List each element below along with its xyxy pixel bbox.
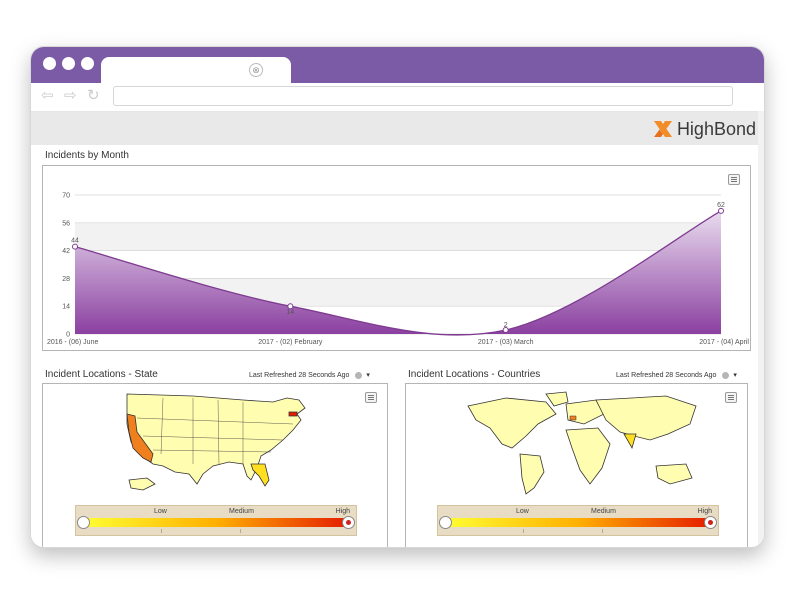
refresh-status-icon: [355, 371, 363, 379]
state-panel-title: Incident Locations - State: [45, 369, 158, 380]
data-label: 44: [71, 238, 79, 245]
countries-panel-title: Incident Locations - Countries: [408, 369, 541, 380]
india-country: [623, 433, 637, 450]
legend-high-label: High: [697, 508, 712, 515]
alaska-shape: [128, 477, 156, 491]
legend-tick: [523, 529, 524, 533]
x-tick-label: 2017 - (03) March: [478, 339, 534, 346]
north-america-shape: [467, 397, 557, 449]
australia-shape: [655, 463, 693, 485]
window-close-dot[interactable]: [43, 57, 56, 70]
y-tick-label: 56: [62, 220, 70, 227]
data-label: 2: [504, 322, 508, 329]
browser-titlebar: ⊗: [31, 47, 764, 83]
incidents-chart-panel: 0 14 28 42 56 70 44 2016 - (06) June 14 2017 - (0…: [42, 165, 751, 351]
app-header: HighBond: [31, 112, 764, 145]
legend-medium-label: Medium: [229, 508, 254, 515]
chevron-down-icon[interactable]: ▾: [366, 371, 370, 379]
refresh-status-icon: [722, 371, 730, 379]
data-label: 62: [717, 202, 725, 209]
logo-text: HighBond: [676, 118, 756, 139]
us-mainland-shape: [126, 393, 306, 485]
state-map-panel: Low Medium High: [42, 383, 388, 547]
x-tick-label: 2017 - (04) April: [699, 339, 749, 346]
data-point[interactable]: [287, 303, 294, 310]
greenland-shape: [545, 391, 569, 407]
legend-tick: [240, 529, 241, 533]
legend-low-handle[interactable]: [77, 516, 90, 529]
page-scrollbar[interactable]: [758, 111, 764, 547]
countries-map-panel: Low Medium High: [405, 383, 748, 547]
y-tick-label: 28: [62, 276, 70, 283]
highbond-logo[interactable]: HighBond: [652, 117, 756, 141]
browser-window: ⊗ ⇦ ⇨ ↻ HighBond Incidents by Month 0 14…: [30, 46, 765, 548]
legend-tick: [161, 529, 162, 533]
y-tick-label: 70: [62, 193, 70, 200]
tab-close-icon[interactable]: ⊗: [249, 63, 263, 77]
legend-low-label: Low: [516, 508, 529, 515]
state-refresh-status[interactable]: Last Refreshed 28 Seconds Ago ▾: [249, 371, 370, 379]
state-legend: Low Medium High: [75, 505, 357, 536]
window-maximize-dot[interactable]: [81, 57, 94, 70]
countries-legend: Low Medium High: [437, 505, 719, 536]
legend-gradient-bar: [439, 516, 717, 529]
countries-refresh-status[interactable]: Last Refreshed 28 Seconds Ago ▾: [616, 371, 737, 379]
incidents-by-month-title: Incidents by Month: [45, 150, 129, 161]
countries-refresh-text: Last Refreshed 28 Seconds Ago: [616, 371, 717, 379]
data-label: 14: [286, 309, 294, 316]
legend-high-handle[interactable]: [342, 516, 355, 529]
browser-tab[interactable]: ⊗: [101, 57, 291, 83]
legend-high-label: High: [335, 508, 350, 515]
chevron-down-icon[interactable]: ▾: [733, 371, 737, 379]
reload-icon[interactable]: ↻: [87, 88, 100, 104]
logo-mark-icon: [653, 121, 672, 137]
browser-navbar: ⇦ ⇨ ↻: [31, 83, 764, 112]
legend-medium-label: Medium: [591, 508, 616, 515]
massachusetts-state: [288, 411, 298, 417]
window-minimize-dot[interactable]: [62, 57, 75, 70]
data-point[interactable]: [718, 207, 724, 214]
legend-low-label: Low: [154, 508, 167, 515]
address-bar[interactable]: [113, 86, 733, 106]
highlight-country: [569, 415, 577, 421]
legend-tick: [602, 529, 603, 533]
world-country-map: [467, 391, 697, 495]
asia-shape: [595, 395, 697, 441]
state-refresh-text: Last Refreshed 28 Seconds Ago: [249, 371, 350, 379]
y-tick-label: 42: [62, 248, 70, 255]
data-point[interactable]: [72, 243, 78, 250]
x-tick-label: 2017 - (02) February: [258, 339, 323, 346]
south-america-shape: [519, 453, 545, 495]
africa-shape: [565, 427, 611, 485]
incidents-area-chart: 0 14 28 42 56 70 44 2016 - (06) June 14 2017 - (0…: [47, 193, 749, 347]
grid-band: [75, 222, 721, 251]
legend-gradient-bar: [77, 516, 355, 529]
us-state-map: [126, 393, 306, 491]
arrow-left-icon[interactable]: ⇦: [41, 88, 54, 104]
y-tick-label: 14: [62, 304, 70, 311]
dashboard-content: Incidents by Month 0 14 28 42 56 70 44 2016 - (…: [31, 145, 764, 547]
legend-low-handle[interactable]: [439, 516, 452, 529]
arrow-right-icon[interactable]: ⇨: [64, 88, 77, 104]
y-tick-label: 0: [66, 332, 70, 339]
legend-high-handle[interactable]: [704, 516, 717, 529]
x-tick-label: 2016 - (06) June: [47, 339, 98, 346]
